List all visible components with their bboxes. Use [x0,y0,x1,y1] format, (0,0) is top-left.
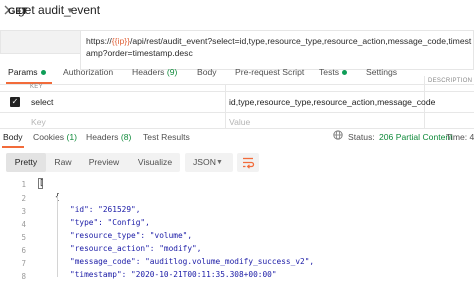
tab-pre-request-script[interactable]: Pre-request Script [235,67,304,77]
pretty-button[interactable]: Pretty [6,153,46,172]
response-tab-headers[interactable]: Headers (8) [86,132,131,142]
column-divider [225,84,226,128]
wrap-lines-icon [243,157,255,169]
line-number: 3 [21,207,26,216]
line-number: 2 [21,194,26,203]
response-tab-cookies[interactable]: Cookies (1) [33,132,77,142]
line-number: 1 [21,180,26,189]
active-response-tab-indicator [2,146,24,148]
url-rest: /api/rest/audit_event?select=id,type,res… [86,36,472,58]
format-label: JSON [193,157,216,167]
line-number: 6 [21,246,26,255]
code-line: [ [39,178,44,187]
wrap-lines-button[interactable] [237,153,259,172]
chevron-down-icon: ▼ [216,159,223,166]
code-line: "type": "Config", [70,218,150,227]
tab-headers-count: (9) [166,67,178,77]
tab-settings[interactable]: Settings [366,67,397,77]
response-tab-body[interactable]: Body [3,132,23,142]
param-value[interactable]: id,type,resource_type,resource_action,me… [229,97,435,107]
param-key[interactable]: select [31,97,53,107]
response-tab-test-results[interactable]: Test Results [143,132,190,142]
code-line: "message_code": "auditlog.volume_modify_… [70,257,315,266]
line-number: 4 [21,220,26,229]
tab-params-label: Params [8,67,38,77]
description-column-header: DESCRIPTION [428,78,473,84]
response-tab-cookies-label: Cookies [33,132,65,142]
request-title[interactable]: get audit_event [18,3,100,17]
code-line: "timestamp": "2020-10-21T00:11:35.308+00… [70,270,277,279]
param-enabled-checkbox[interactable]: ✓ [10,97,20,107]
code-line: "resource_action": "modify", [70,244,202,253]
response-tab-cookies-count: (1) [66,132,77,142]
code-line: "id": "261529", [70,205,141,214]
method-select[interactable] [0,30,80,54]
url-variable: {{ip}} [111,36,130,46]
response-tab-headers-label: Headers [86,132,119,142]
method-label: GET [8,6,28,17]
key-column-header: KEY [30,84,43,90]
divider [0,91,474,92]
params-active-dot [40,70,46,76]
tab-tests-label: Tests [319,67,340,77]
response-tab-headers-count: (8) [120,132,132,142]
new-param-value-input[interactable]: Value [229,117,250,127]
visualize-button[interactable]: Visualize [130,153,180,172]
tests-active-dot [342,70,348,76]
status-label: Status: [348,132,375,142]
divider [0,128,474,129]
divider [0,112,474,113]
tab-tests[interactable]: Tests [319,67,348,77]
indent-guide [57,196,58,277]
status-value[interactable]: 206 Partial Content [379,132,453,142]
tab-params[interactable]: Params [8,67,46,77]
globe-icon [333,130,343,140]
new-param-key-input[interactable]: Key [31,117,46,127]
response-time[interactable]: Time: 43 [446,132,474,142]
line-number: 7 [21,259,26,268]
tab-headers[interactable]: Headers (9) [132,67,177,77]
tab-headers-label: Headers [132,67,165,77]
raw-button[interactable]: Raw [48,153,78,172]
line-number: 5 [21,233,26,242]
tab-authorization[interactable]: Authorization [63,67,113,77]
url-text: https://{{ip}}/api/rest/audit_event?sele… [86,35,472,59]
divider [0,84,474,85]
preview-button[interactable]: Preview [82,153,126,172]
code-line: "resource_type": "volume", [70,231,193,240]
url-prefix: https:// [86,36,112,46]
tab-body[interactable]: Body [197,67,217,77]
chevron-down-icon: ▼ [66,6,74,15]
